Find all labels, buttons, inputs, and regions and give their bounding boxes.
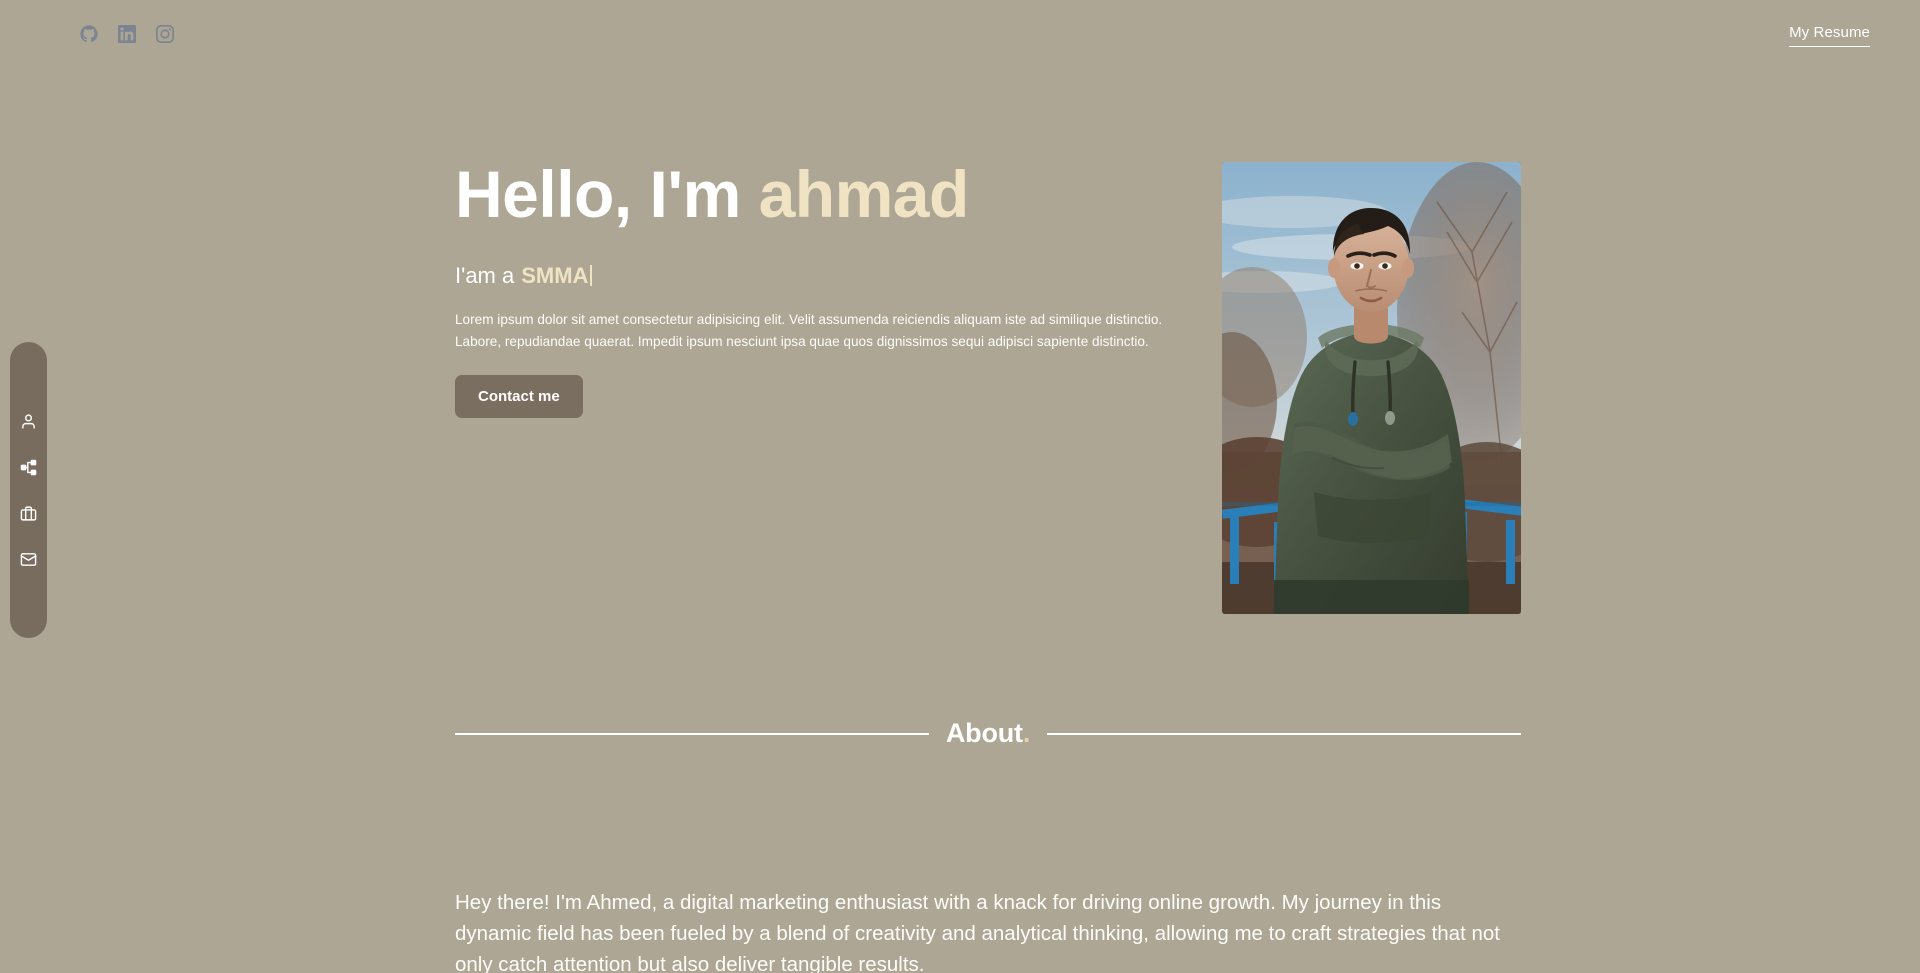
about-section-divider: About. — [455, 718, 1521, 749]
social-links — [80, 25, 174, 43]
about-body-text: Hey there! I'm Ahmed, a digital marketin… — [455, 891, 1500, 973]
divider-rule-right — [1047, 732, 1521, 735]
briefcase-icon[interactable] — [20, 505, 37, 522]
typing-caret — [590, 264, 593, 286]
hero-section: Hello, I'm ahmad I'am a SMMA Lorem ipsum… — [455, 157, 1195, 418]
hero-title: Hello, I'm ahmad — [455, 157, 1195, 231]
git-branch-icon[interactable] — [20, 459, 37, 476]
hero-portrait-photo — [1222, 162, 1521, 614]
user-icon[interactable] — [20, 413, 37, 430]
hero-role-prefix: I'am a — [455, 262, 515, 288]
mail-icon[interactable] — [20, 551, 37, 568]
my-resume-link[interactable]: My Resume — [1789, 24, 1870, 47]
hero-description: Lorem ipsum dolor sit amet consectetur a… — [455, 311, 1163, 349]
about-heading-text: About — [945, 718, 1023, 748]
sidebar-nav — [10, 342, 47, 638]
about-heading: About. — [946, 718, 1030, 749]
divider-rule-left — [455, 732, 929, 735]
hero-role-line: I'am a SMMA — [455, 262, 1195, 289]
about-heading-dot: . — [1022, 718, 1031, 748]
instagram-icon[interactable] — [156, 25, 174, 43]
linkedin-icon[interactable] — [118, 25, 136, 43]
hero-greeting: Hello, I'm — [455, 157, 759, 231]
hero-role: SMMA — [521, 262, 589, 288]
github-icon[interactable] — [80, 25, 98, 43]
hero-name: ahmad — [758, 157, 970, 231]
contact-me-button[interactable]: Contact me — [455, 374, 583, 418]
top-bar: My Resume — [0, 0, 1920, 64]
